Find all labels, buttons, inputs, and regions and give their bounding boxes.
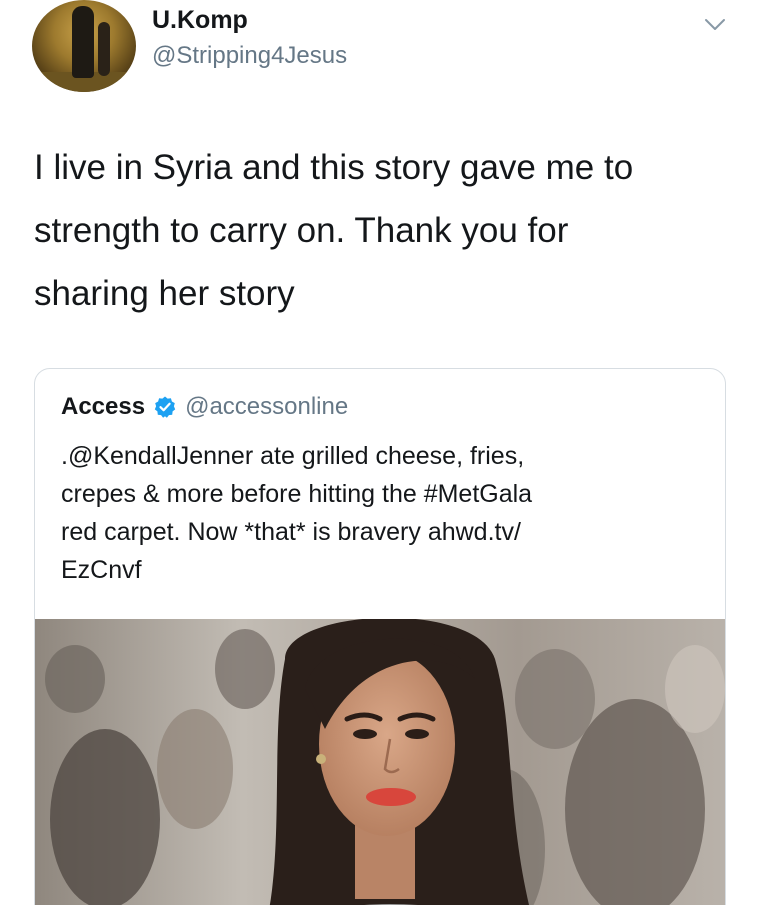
author-handle[interactable]: @Stripping4Jesus — [152, 42, 347, 70]
crowd-blur — [515, 649, 595, 749]
tweet-text-line: strength to carry on. Thank you for — [34, 211, 569, 250]
quoted-author-name[interactable]: Access — [61, 393, 145, 421]
earring — [316, 754, 326, 764]
kendall-jenner-photo[interactable] — [35, 619, 725, 905]
quoted-tweet-card[interactable]: Access @accessonline .@KendallJenner ate… — [34, 368, 726, 905]
eye — [405, 729, 429, 739]
tweet-card: U.Komp @Stripping4Jesus I live in Syria … — [0, 0, 758, 905]
author-display-name[interactable]: U.Komp — [152, 6, 248, 35]
crowd-blur — [50, 729, 160, 905]
verified-badge-icon — [154, 396, 176, 418]
tweet-text-line: I live in Syria and this story gave me t… — [34, 148, 634, 187]
quoted-tweet-text: .@KendallJenner ate grilled cheese, frie… — [61, 437, 701, 589]
crowd-blur — [45, 645, 105, 713]
quoted-text-line: crepes & more before hitting the #MetGal… — [61, 480, 533, 508]
quoted-text-line: EzCnvf — [61, 556, 142, 584]
lips — [366, 788, 416, 806]
quoted-tweet-header: Access @accessonline — [61, 393, 348, 421]
crowd-blur — [215, 629, 275, 709]
avatar-figure-secondary — [98, 22, 110, 76]
chevron-down-icon[interactable] — [700, 12, 730, 36]
tweet-text-line: sharing her story — [34, 274, 295, 313]
avatar-figure — [72, 6, 94, 78]
quoted-author-handle[interactable]: @accessonline — [185, 393, 348, 421]
tweet-text: I live in Syria and this story gave me t… — [34, 136, 734, 325]
crowd-blur — [665, 645, 725, 733]
user-avatar-icon[interactable] — [32, 0, 136, 92]
quoted-text-line: red carpet. Now *that* is bravery ahwd.t… — [61, 518, 521, 546]
eye — [353, 729, 377, 739]
quoted-text-line: .@KendallJenner ate grilled cheese, frie… — [61, 442, 525, 470]
photo-illustration — [35, 619, 725, 905]
crowd-blur — [157, 709, 233, 829]
